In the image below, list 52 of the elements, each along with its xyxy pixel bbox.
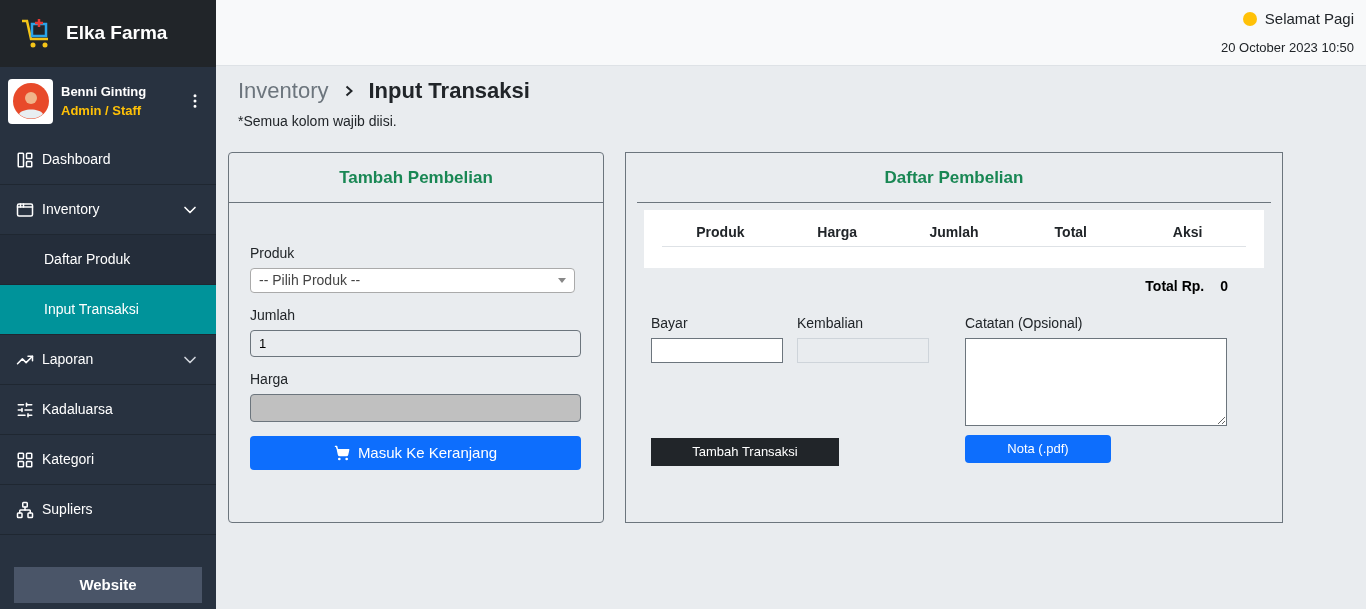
user-role: Admin / Staff: [61, 102, 143, 120]
menu-item[interactable]: Dashboard: [0, 135, 216, 185]
brand-name: Elka Farma: [66, 21, 168, 46]
card-title: Daftar Pembelian: [884, 166, 1024, 189]
submenu-item[interactable]: Daftar Produk: [0, 235, 216, 285]
menu-item[interactable]: Kadaluarsa: [0, 385, 216, 435]
menu-label: Dashboard: [42, 150, 112, 169]
menu-icon: [16, 200, 34, 219]
quantity-field[interactable]: 1: [250, 330, 581, 357]
cart-icon: [333, 445, 350, 461]
greeting: Selamat Pagi: [1264, 8, 1354, 29]
add-transaction-button[interactable]: Tambah Transaksi: [651, 438, 839, 466]
menu-item[interactable]: Laporan: [0, 335, 216, 385]
field-label: Bayar: [651, 314, 689, 333]
dropdown-arrow-icon: [558, 278, 566, 283]
column-header: Aksi: [1171, 223, 1204, 242]
notes-field[interactable]: [965, 338, 1227, 426]
datetime: 20 October 2023 10:50: [1221, 39, 1354, 57]
breadcrumb-link[interactable]: Inventory: [238, 74, 329, 107]
field-label: Kembalian: [797, 314, 865, 333]
menu-icon: [16, 450, 34, 469]
column-header: Produk: [695, 223, 746, 242]
field-label: Catatan (Opsional): [965, 314, 1084, 333]
page-title: Input Transaksi: [368, 77, 530, 105]
pdf-receipt-button[interactable]: Nota (.pdf): [965, 435, 1111, 463]
menu-icon: [16, 500, 34, 519]
card-title: Tambah Pembelian: [339, 166, 493, 189]
website-button[interactable]: Website: [14, 567, 202, 603]
menu-label: Supliers: [42, 500, 94, 519]
menu-label: Kategori: [42, 450, 96, 469]
menu-icon: [16, 150, 34, 169]
menu-label: Inventory: [42, 200, 101, 219]
add-to-cart-button[interactable]: Masuk Ke Keranjang: [250, 436, 581, 470]
menu-item[interactable]: Kategori: [0, 435, 216, 485]
column-header: Jumlah: [928, 223, 980, 242]
menu-item[interactable]: Supliers: [0, 485, 216, 535]
field-label: Jumlah: [250, 306, 297, 325]
total-label: Total Rp.: [1145, 277, 1205, 296]
total-value: 0: [1220, 277, 1228, 296]
field-label: Harga: [250, 370, 290, 389]
menu-label: Laporan: [42, 350, 95, 369]
column-header: Harga: [816, 223, 859, 242]
submenu-item[interactable]: Input Transaksi: [0, 285, 216, 335]
user-name: Benni Ginting: [61, 82, 148, 101]
field-label: Produk: [250, 244, 296, 263]
pay-field[interactable]: [651, 338, 783, 363]
chevron-right-icon: [344, 84, 353, 97]
product-select[interactable]: -- Pilih Produk --: [250, 268, 575, 293]
menu-icon: [16, 400, 34, 419]
menu-label: Kadaluarsa: [42, 400, 114, 419]
required-note: *Semua kolom wajib diisi.: [238, 112, 398, 131]
column-header: Total: [1053, 223, 1088, 242]
